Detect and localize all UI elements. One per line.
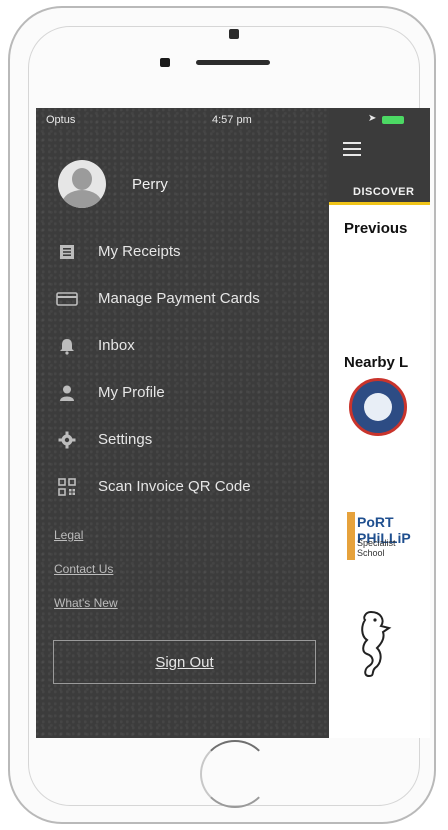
school-logo-line2: Specialist School xyxy=(357,538,396,558)
seahorse-logo-icon[interactable] xyxy=(349,608,395,690)
home-button[interactable] xyxy=(200,740,270,808)
battery-icon xyxy=(382,116,404,124)
menu-item-label: Settings xyxy=(98,431,153,448)
menu-item-settings[interactable]: Settings xyxy=(56,416,326,463)
receipt-icon xyxy=(56,241,78,263)
school-logo-bar xyxy=(347,512,355,560)
tab-indicator xyxy=(329,202,430,205)
tab-discover[interactable]: DISCOVER xyxy=(353,186,414,198)
phone-screen: Perry My Receipts Manage Payment Cards I… xyxy=(36,108,430,738)
hamburger-menu-icon[interactable] xyxy=(343,142,361,160)
menu-item-label: Inbox xyxy=(98,337,135,354)
whats-new-link[interactable]: What's New xyxy=(54,596,118,630)
earpiece-speaker xyxy=(196,60,270,65)
menu-item-label: Manage Payment Cards xyxy=(98,290,260,307)
menu-item-my-receipts[interactable]: My Receipts xyxy=(56,228,326,275)
legal-link[interactable]: Legal xyxy=(54,528,118,562)
contact-us-link[interactable]: Contact Us xyxy=(54,562,118,596)
qr-code-icon xyxy=(56,476,78,498)
credit-card-icon xyxy=(56,288,78,310)
menu-item-label: My Receipts xyxy=(98,243,181,260)
carrier-label: Optus xyxy=(46,114,76,126)
drawer-links: Legal Contact Us What's New xyxy=(54,528,118,630)
section-previous-title: Previous xyxy=(344,220,408,237)
section-nearby-title: Nearby L xyxy=(344,354,409,371)
menu-item-manage-payment-cards[interactable]: Manage Payment Cards xyxy=(56,275,326,322)
sign-out-button[interactable]: Sign Out xyxy=(53,640,316,684)
avatar[interactable] xyxy=(58,160,106,208)
side-drawer: Perry My Receipts Manage Payment Cards I… xyxy=(36,108,329,738)
menu-item-label: Scan Invoice QR Code xyxy=(98,478,251,495)
status-bar: Optus 4:57 pm ➤ xyxy=(36,108,430,132)
gear-icon xyxy=(56,429,78,451)
avatar-head xyxy=(72,168,92,190)
bell-icon xyxy=(56,335,78,357)
main-content: DISCOVER Previous Nearby L PoRT PHiLLiP … xyxy=(329,108,430,738)
school-logo-north-melbourne[interactable] xyxy=(349,378,407,436)
menu-item-label: My Profile xyxy=(98,384,165,401)
profile-name: Perry xyxy=(132,176,168,193)
school-logo-port-phillip[interactable]: PoRT PHiLLiP Specialist School xyxy=(347,508,413,568)
avatar-shoulders xyxy=(62,190,102,208)
school-logo-crest xyxy=(364,393,392,421)
location-arrow-icon: ➤ xyxy=(368,113,377,124)
menu-item-my-profile[interactable]: My Profile xyxy=(56,369,326,416)
front-camera xyxy=(160,58,170,67)
menu-item-inbox[interactable]: Inbox xyxy=(56,322,326,369)
proximity-sensor xyxy=(229,29,239,39)
person-icon xyxy=(56,382,78,404)
menu-item-scan-invoice-qr-code[interactable]: Scan Invoice QR Code xyxy=(56,463,326,510)
drawer-menu: My Receipts Manage Payment Cards Inbox M… xyxy=(56,228,326,510)
status-time: 4:57 pm xyxy=(212,114,252,126)
